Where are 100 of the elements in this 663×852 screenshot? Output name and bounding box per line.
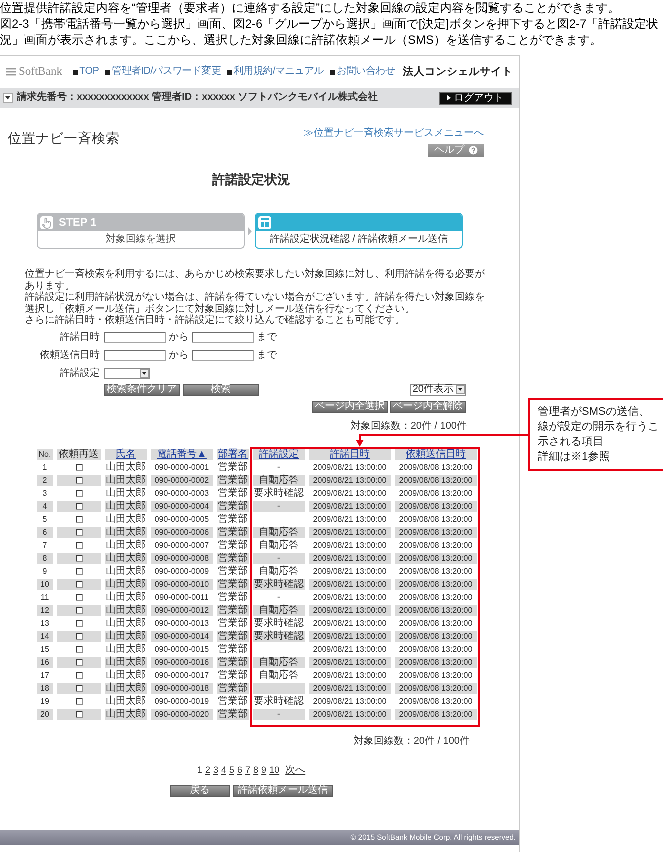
checkbox[interactable] (76, 606, 82, 614)
column-header[interactable]: 部署名 (217, 448, 249, 460)
checkbox[interactable] (76, 490, 82, 496)
page-link[interactable]: 3 (213, 764, 218, 776)
column-header[interactable]: 許諾設定 (253, 448, 305, 460)
column-header[interactable]: 許諾日時 (309, 448, 391, 460)
table-cell-text: - (276, 592, 282, 602)
page-link[interactable]: 6 (238, 764, 243, 776)
checkbox[interactable] (76, 542, 82, 548)
help-icon (468, 146, 478, 155)
page-link[interactable]: 5 (229, 764, 234, 776)
nav-link[interactable]: お問い合わせ (336, 66, 395, 78)
checkbox[interactable] (76, 464, 82, 470)
table-cell: 営業部 (217, 540, 249, 550)
column-header[interactable]: 氏名 (105, 448, 147, 460)
back-button[interactable]: 戻る (170, 784, 230, 796)
checkbox[interactable] (76, 528, 82, 536)
step-caption: 許諾設定状況確認 / 許諾依頼メール送信 (268, 232, 450, 246)
page-link[interactable]: 1 (197, 764, 202, 776)
checkbox[interactable] (76, 620, 82, 626)
date-field[interactable] (104, 350, 166, 360)
table-cell: - (253, 708, 305, 720)
table-cell-text: 2009/08/08 13:20:00 (398, 514, 474, 524)
table-cell: 6 (37, 526, 53, 538)
table-cell: 営業部 (217, 682, 249, 694)
table-cell-text: 090-0000-0001 (154, 462, 210, 472)
select-all-button[interactable]: ページ内全選択 (312, 400, 388, 412)
checkbox[interactable] (76, 632, 82, 640)
section-heading: 許諾設定状況 (212, 171, 290, 189)
table-cell-text: 090-0000-0019 (154, 696, 210, 706)
description-paragraph: さらに許諾日時・依頼送信日時・許諾設定にて絞り込んで確認することも可能です。 (25, 315, 406, 326)
table-cell-text: 2009/08/08 13:20:00 (398, 644, 474, 654)
table-cell-text: 2009/08/08 13:20:00 (398, 670, 474, 680)
checkbox[interactable] (76, 672, 82, 678)
date-field[interactable] (192, 332, 254, 342)
table-cell: 10 (37, 578, 53, 590)
count-text: 対象回線数：20件 / 100件 (350, 420, 467, 432)
bullet-icon (227, 70, 232, 74)
page-link[interactable]: 2 (205, 764, 210, 776)
caret-icon[interactable] (3, 93, 13, 103)
table-cell: 2009/08/08 13:20:00 (395, 656, 477, 668)
nav-link[interactable]: 利用規約/マニュアル (234, 66, 324, 78)
nav-link[interactable]: TOP (80, 66, 100, 78)
checkbox[interactable] (76, 684, 82, 692)
table-cell-text: 090-0000-0005 (154, 514, 210, 524)
select-field[interactable] (104, 368, 150, 378)
checkbox[interactable] (76, 502, 82, 510)
send-mail-button[interactable]: 許諾依頼メール送信 (233, 784, 333, 796)
intro-paragraph: 位置提供許諾設定内容を“管理者（要求者）に連絡する設定”にした対象回線の設定内容を閲覧することができます。 (0, 0, 621, 16)
checkbox[interactable] (76, 580, 82, 588)
table-cell: 営業部 (217, 644, 249, 654)
checkbox[interactable] (76, 594, 82, 600)
column-header[interactable]: 依頼送信日時 (395, 448, 477, 460)
page-link[interactable]: 7 (246, 764, 251, 776)
table-cell: 営業部 (217, 474, 249, 486)
search-button[interactable]: 検索 (183, 384, 259, 396)
checkbox[interactable] (76, 658, 82, 666)
table-cell: 2009/08/08 13:20:00 (395, 604, 477, 616)
checkbox[interactable] (76, 568, 82, 574)
table-cell-text: 2009/08/21 13:00:00 (312, 592, 388, 602)
checkbox[interactable] (76, 646, 82, 652)
table-cell-text: 090-0000-0015 (154, 644, 210, 654)
table-cell-text: 090-0000-0009 (154, 566, 210, 576)
logout-button[interactable]: ログアウト (439, 92, 512, 104)
checkbox[interactable] (76, 710, 82, 718)
table-cell: 山田太郎 (105, 592, 147, 602)
table-cell: 2009/08/08 13:20:00 (395, 630, 477, 642)
menu-link[interactable]: ≫位置ナビ一斉検索サービスメニューへ (304, 128, 484, 140)
table-cell: 2009/08/21 13:00:00 (309, 656, 391, 668)
date-field[interactable] (192, 350, 254, 360)
page-link[interactable]: 4 (221, 764, 226, 776)
page-link[interactable]: 10 (270, 764, 280, 776)
table-cell: 山田太郎 (105, 708, 147, 720)
table-cell: 要求時確認 (253, 578, 305, 590)
table-cell: 自動応答 (253, 526, 305, 538)
page-link[interactable]: 8 (254, 764, 259, 776)
date-field[interactable] (104, 332, 166, 342)
next-link[interactable]: 次へ (286, 764, 306, 776)
checkbox[interactable] (76, 698, 82, 704)
table-cell: 090-0000-0008 (151, 552, 213, 564)
table-cell: 2009/08/21 13:00:00 (309, 682, 391, 694)
count-text: 対象回線数：20件 / 100件 (354, 736, 470, 748)
checkbox[interactable] (76, 554, 82, 562)
table-cell: 2009/08/08 13:20:00 (395, 578, 477, 590)
table-cell-text: 3 (42, 488, 48, 498)
table-cell: 2009/08/08 13:20:00 (395, 526, 477, 538)
column-header[interactable]: 電話番号▲ (151, 448, 213, 460)
table-cell-text: 2009/08/21 13:00:00 (312, 514, 388, 524)
checkbox[interactable] (76, 516, 82, 522)
table-cell: 090-0000-0010 (151, 578, 213, 590)
page-size-select[interactable]: 20件表示 (410, 384, 466, 396)
callout-text: 線が設定の開示を行うこ (538, 420, 659, 434)
table-cell-text: 2009/08/21 13:00:00 (312, 696, 388, 706)
page-link[interactable]: 9 (262, 764, 267, 776)
callout-text: 管理者がSMSの送信、 (538, 404, 650, 420)
nav-link[interactable]: 管理者ID/パスワード変更 (112, 66, 222, 78)
table-cell: - (253, 500, 305, 512)
table-cell: 2009/08/21 13:00:00 (309, 526, 391, 538)
checkbox[interactable] (76, 476, 82, 484)
table-cell: 山田太郎 (105, 644, 147, 654)
